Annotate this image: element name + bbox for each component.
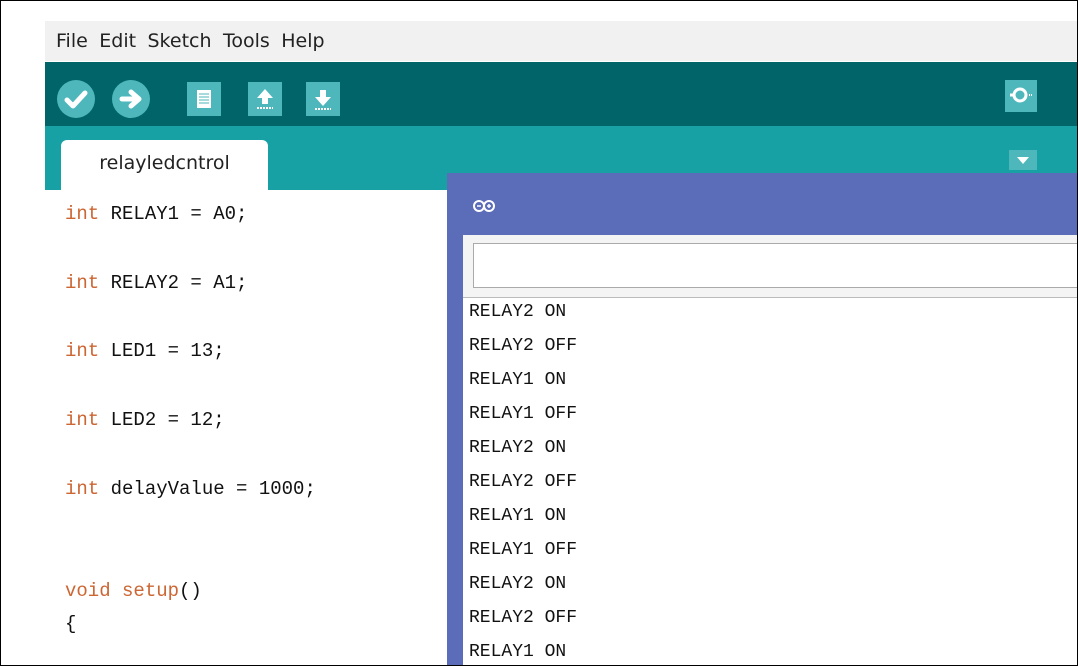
tab-relayledcntrol[interactable]: relayledcntrol: [61, 140, 268, 190]
serial-output-line: RELAY2 OFF: [469, 336, 578, 356]
serial-output-line: RELAY1 ON: [469, 370, 567, 390]
code-line: int RELAY1 = A0;: [65, 203, 248, 225]
open-icon: [257, 89, 273, 109]
upload-icon: [119, 89, 142, 109]
save-sketch-button[interactable]: [306, 82, 340, 116]
code-line: {: [65, 613, 77, 635]
save-icon: [315, 90, 331, 110]
serial-output-line: RELAY2 OFF: [469, 472, 578, 492]
code-line: int LED1 = 13;: [65, 340, 225, 362]
serial-send-input[interactable]: [473, 243, 1077, 288]
upload-button[interactable]: [112, 80, 150, 118]
menu-file[interactable]: File: [56, 21, 88, 62]
serial-output-line: RELAY2 ON: [469, 302, 567, 322]
code-line: int LED2 = 12;: [65, 409, 225, 431]
code-line: int delayValue = 1000;: [65, 478, 316, 500]
code-line: void setup(): [65, 580, 202, 602]
verify-icon: [64, 90, 88, 109]
code-editor[interactable]: int RELAY1 = A0; int RELAY2 = A1; int LE…: [45, 190, 447, 665]
serial-output-line: RELAY2 OFF: [469, 608, 578, 628]
serial-output-line: RELAY1 ON: [469, 506, 567, 526]
new-sketch-button[interactable]: [187, 82, 221, 116]
verify-button[interactable]: [57, 80, 95, 118]
menu-help[interactable]: Help: [281, 21, 324, 62]
menu-tools[interactable]: Tools: [223, 21, 270, 62]
serial-input-area: [463, 235, 1077, 299]
serial-output-line: RELAY2 ON: [469, 438, 567, 458]
open-sketch-button[interactable]: [248, 82, 282, 116]
ide-window: File Edit Sketch Tools Help relayledcntr…: [0, 0, 1078, 666]
menu-edit[interactable]: Edit: [99, 21, 136, 62]
serial-monitor-icon: [1010, 87, 1032, 103]
menu-sketch[interactable]: Sketch: [148, 21, 212, 62]
serial-output-line: RELAY1 ON: [469, 642, 567, 662]
serial-output-line: RELAY2 ON: [469, 574, 567, 594]
menu-bar: File Edit Sketch Tools Help: [45, 21, 1077, 62]
serial-output-line: RELAY1 OFF: [469, 404, 578, 424]
chevron-down-icon: [1017, 157, 1029, 164]
serial-output: RELAY2 ON RELAY2 OFF RELAY1 ON RELAY1 OF…: [463, 297, 1077, 665]
serial-monitor-window: RELAY2 ON RELAY2 OFF RELAY1 ON RELAY1 OF…: [447, 173, 1077, 665]
serial-monitor-titlebar[interactable]: [447, 173, 1077, 233]
toolbar: [45, 62, 1077, 126]
tab-menu-button[interactable]: [1009, 150, 1037, 170]
arduino-logo-icon: [473, 200, 495, 212]
code-line: int RELAY2 = A1;: [65, 272, 248, 294]
new-icon: [197, 90, 211, 108]
serial-output-line: RELAY1 OFF: [469, 540, 578, 560]
serial-monitor-button[interactable]: [1005, 80, 1037, 112]
